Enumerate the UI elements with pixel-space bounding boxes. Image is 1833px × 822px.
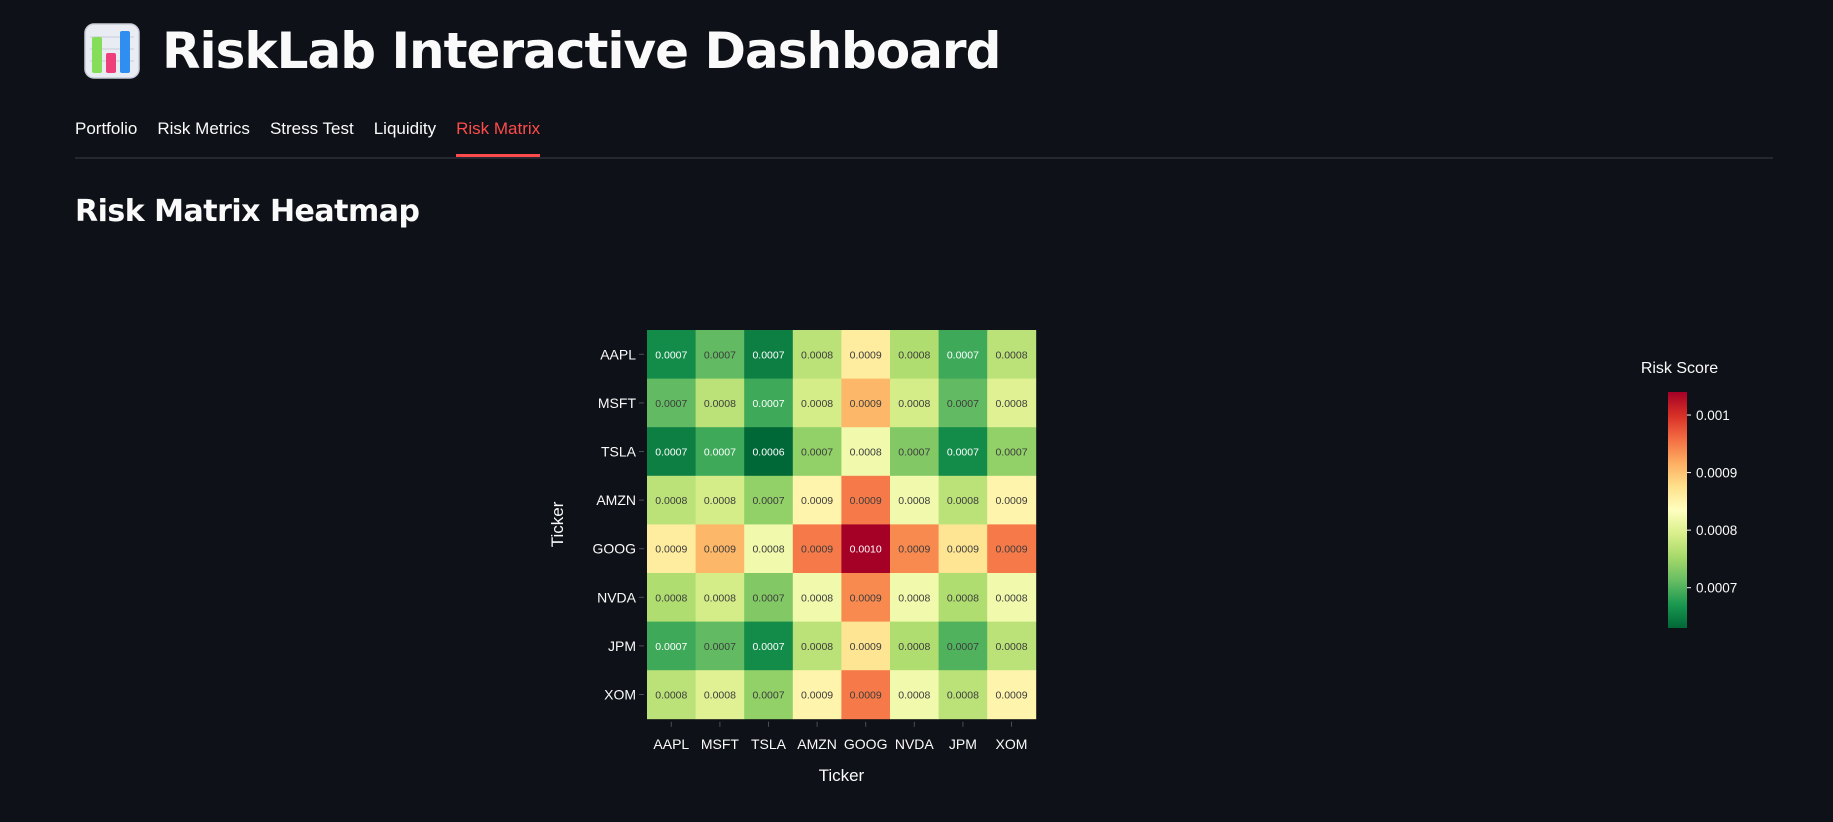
y-tick-label: TSLA [601, 444, 637, 460]
heatmap-cell-label: 0.0007 [947, 398, 979, 410]
heatmap-cell-label: 0.0009 [947, 544, 979, 556]
heatmap-cell-label: 0.0008 [995, 592, 1027, 604]
heatmap-cell-label: 0.0008 [898, 349, 930, 361]
heatmap-cell-label: 0.0007 [898, 447, 930, 459]
y-tick-label: XOM [604, 687, 636, 703]
heatmap-cell-label: 0.0010 [850, 544, 882, 556]
heatmap-cell-label: 0.0008 [898, 398, 930, 410]
heatmap-cell-label: 0.0007 [947, 447, 979, 459]
heatmap-cell-label: 0.0008 [655, 592, 687, 604]
x-tick-label: JPM [949, 736, 977, 752]
colorbar-tick-label: 0.0008 [1696, 523, 1737, 538]
heatmap-cell-label: 0.0008 [947, 690, 979, 702]
heatmap-cell-label: 0.0008 [655, 495, 687, 507]
heatmap-cell-label: 0.0007 [752, 349, 784, 361]
heatmap-cell-label: 0.0007 [801, 447, 833, 459]
heatmap-cell-label: 0.0008 [995, 349, 1027, 361]
heatmap-cell-label: 0.0009 [704, 544, 736, 556]
heatmap-cell-label: 0.0009 [995, 544, 1027, 556]
heatmap-cell-label: 0.0009 [995, 690, 1027, 702]
heatmap-cell-label: 0.0007 [947, 349, 979, 361]
colorbar-tick-label: 0.001 [1696, 408, 1730, 423]
heatmap-cell-label: 0.0007 [655, 398, 687, 410]
heatmap-cell-label: 0.0007 [655, 641, 687, 653]
heatmap-cell-label: 0.0007 [752, 641, 784, 653]
x-axis-title: Ticker [819, 766, 865, 785]
heatmap-cell-label: 0.0009 [655, 544, 687, 556]
heatmap-cell-label: 0.0008 [898, 690, 930, 702]
y-tick-label: NVDA [597, 589, 637, 605]
y-tick-label: AMZN [596, 492, 636, 508]
heatmap-cell-label: 0.0007 [655, 447, 687, 459]
colorbar-title: Risk Score [1641, 360, 1718, 377]
heatmap-cell-label: 0.0009 [850, 641, 882, 653]
x-tick-label: MSFT [701, 736, 740, 752]
heatmap-cell-label: 0.0008 [801, 641, 833, 653]
heatmap-cell-label: 0.0009 [850, 592, 882, 604]
x-tick-label: AAPL [653, 736, 689, 752]
heatmap-cell-label: 0.0007 [752, 690, 784, 702]
x-tick-label: AMZN [797, 736, 837, 752]
heatmap-cell-label: 0.0008 [995, 641, 1027, 653]
colorbar-tick-label: 0.0007 [1696, 581, 1737, 596]
risk-matrix-heatmap[interactable]: 0.0007 0.0007 0.0007 0.0008 0.0009 0.0008 0.00… [0, 0, 1833, 822]
heatmap-cell-label: 0.0008 [995, 398, 1027, 410]
heatmap-cell-label: 0.0008 [801, 398, 833, 410]
heatmap-cell-label: 0.0008 [704, 398, 736, 410]
heatmap-cell-label: 0.0007 [995, 447, 1027, 459]
heatmap-cell-label: 0.0008 [655, 690, 687, 702]
heatmap-cell-label: 0.0008 [704, 592, 736, 604]
heatmap-cell-label: 0.0006 [752, 447, 784, 459]
heatmap-cell-label: 0.0009 [850, 349, 882, 361]
heatmap-cell-label: 0.0009 [850, 398, 882, 410]
x-tick-label: XOM [996, 736, 1028, 752]
heatmap-cell-label: 0.0008 [801, 349, 833, 361]
heatmap-cell-label: 0.0007 [704, 447, 736, 459]
heatmap-cell-label: 0.0007 [704, 641, 736, 653]
heatmap-cell-label: 0.0009 [995, 495, 1027, 507]
heatmap-cell-label: 0.0009 [850, 495, 882, 507]
heatmap-cell-label: 0.0007 [752, 398, 784, 410]
heatmap-cell-label: 0.0008 [898, 592, 930, 604]
heatmap-cell-label: 0.0009 [898, 544, 930, 556]
y-tick-label: AAPL [600, 346, 636, 362]
heatmap-cell-label: 0.0008 [704, 690, 736, 702]
x-tick-label: NVDA [895, 736, 935, 752]
x-tick-label: GOOG [844, 736, 888, 752]
heatmap-cell-label: 0.0008 [752, 544, 784, 556]
heatmap-cell-label: 0.0008 [850, 447, 882, 459]
heatmap-cell-label: 0.0008 [947, 592, 979, 604]
heatmap-cell-label: 0.0008 [947, 495, 979, 507]
heatmap-cell-label: 0.0007 [704, 349, 736, 361]
heatmap-cell-label: 0.0007 [752, 495, 784, 507]
heatmap-cell-label: 0.0009 [801, 544, 833, 556]
y-axis-title: Ticker [548, 501, 567, 547]
heatmap-cell-label: 0.0007 [752, 592, 784, 604]
heatmap-cell-label: 0.0009 [801, 690, 833, 702]
heatmap-cell-label: 0.0008 [704, 495, 736, 507]
heatmap-cell-label: 0.0007 [947, 641, 979, 653]
heatmap-cell-label: 0.0008 [898, 495, 930, 507]
heatmap-cell-label: 0.0008 [801, 592, 833, 604]
y-tick-label: GOOG [592, 541, 636, 557]
heatmap-cell-label: 0.0008 [898, 641, 930, 653]
colorbar [1668, 392, 1687, 628]
heatmap-cell-label: 0.0009 [850, 690, 882, 702]
colorbar-tick-label: 0.0009 [1696, 466, 1737, 481]
heatmap-cell-label: 0.0007 [655, 349, 687, 361]
heatmap-cell-label: 0.0009 [801, 495, 833, 507]
y-tick-label: JPM [608, 638, 636, 654]
x-tick-label: TSLA [751, 736, 787, 752]
y-tick-label: MSFT [598, 395, 637, 411]
